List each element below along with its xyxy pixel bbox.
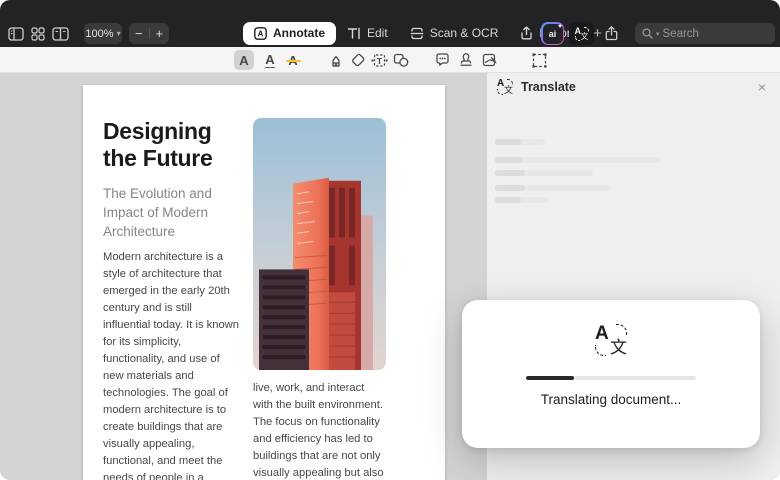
comment-icon	[435, 53, 449, 66]
eraser-icon	[351, 53, 364, 67]
building-photo	[253, 118, 386, 370]
shapes-tool[interactable]	[391, 50, 411, 70]
translate-icon: A 文	[497, 78, 513, 95]
tab-label: Edit	[367, 26, 388, 40]
ai-assistant-button[interactable]: ai ✦	[541, 22, 564, 45]
document-page[interactable]: Designing the Future The Evolution and I…	[83, 85, 445, 480]
underline-tool[interactable]: A	[260, 50, 280, 70]
skeleton-line	[495, 157, 660, 163]
skeleton-line	[495, 139, 545, 145]
text-box-icon: T	[370, 53, 388, 67]
ai-label: ai	[548, 28, 557, 39]
tab-annotate[interactable]: A Annotate	[243, 21, 336, 45]
progress-bar	[526, 376, 696, 380]
edit-text-icon	[347, 27, 360, 39]
search-field[interactable]: ▾	[635, 23, 775, 44]
sidebar-icon	[8, 27, 24, 41]
translate-button[interactable]: A 文	[569, 22, 594, 45]
search-icon	[642, 28, 653, 39]
underline-a-icon: A	[265, 51, 275, 68]
grid-icon	[31, 27, 45, 41]
signature-tool[interactable]	[479, 50, 499, 70]
search-input[interactable]	[662, 27, 768, 40]
toolbar-right-group: ai ✦ A 文 ▾ Search	[541, 22, 775, 45]
tab-scan-ocr[interactable]: Scan & OCR	[399, 22, 510, 45]
zoom-out-button[interactable]: −	[129, 26, 149, 41]
close-icon[interactable]: ×	[758, 79, 766, 95]
main-toolbar: 100% ▾ − + A Annotate Edit Scan & OCR + …	[0, 0, 780, 47]
highlight-text-tool[interactable]: A	[234, 50, 254, 70]
page-layout-button[interactable]	[50, 24, 70, 44]
app-window: 100% ▾ − + A Annotate Edit Scan & OCR + …	[0, 0, 780, 480]
translate-panel-header: A 文 Translate	[497, 79, 576, 95]
scan-icon	[410, 27, 423, 39]
document-canvas[interactable]: Designing the Future The Evolution and I…	[0, 73, 487, 480]
comment-tool[interactable]	[432, 50, 452, 70]
document-paragraph: live, work, and interact with the built …	[253, 382, 384, 479]
skeleton-line	[495, 197, 548, 203]
translate-icon: A 文	[574, 25, 589, 41]
strikethrough-tool[interactable]: A	[283, 50, 303, 70]
annotate-icon: A	[254, 26, 267, 40]
skeleton-line	[495, 170, 593, 176]
progress-fill	[526, 376, 574, 380]
letter-a-icon: A	[239, 52, 249, 68]
selection-tool[interactable]	[529, 50, 549, 70]
yellow-strike-mark	[286, 59, 301, 62]
zoom-in-button[interactable]: +	[150, 26, 170, 41]
marker-icon	[332, 55, 340, 67]
translating-status-text: Translating document...	[540, 392, 682, 407]
annotation-toolbar: A A A T	[0, 47, 780, 73]
zoom-level-value: 100%	[85, 27, 114, 40]
tab-label: Annotate	[273, 26, 325, 40]
tab-edit[interactable]: Edit	[336, 22, 399, 45]
marker-tool[interactable]	[326, 50, 346, 70]
two-page-view-icon	[51, 27, 69, 41]
sparkle-icon: ✦	[557, 23, 563, 30]
zoom-level-dropdown[interactable]: 100% ▾	[84, 23, 122, 44]
share-button[interactable]	[599, 22, 624, 45]
zoom-stepper: − +	[129, 23, 169, 44]
sidebar-toggle-button[interactable]	[6, 24, 26, 44]
eraser-tool[interactable]	[348, 50, 368, 70]
shapes-icon	[393, 53, 409, 67]
thumbnails-view-button[interactable]	[28, 24, 48, 44]
skeleton-line	[495, 185, 611, 191]
tab-label: Scan & OCR	[429, 26, 499, 40]
translate-icon-large: A 文	[595, 323, 627, 357]
chevron-down-icon: ▾	[116, 29, 121, 38]
marquee-selection-icon	[531, 52, 547, 68]
document-subtitle: The Evolution and Impact of Modern Archi…	[103, 186, 212, 239]
translating-modal: A 文 Translating document...	[462, 300, 760, 448]
stamp-icon	[460, 53, 472, 66]
share-icon	[605, 26, 618, 41]
text-box-tool[interactable]: T	[369, 50, 389, 70]
stamp-tool[interactable]	[456, 50, 476, 70]
panel-title: Translate	[521, 80, 576, 94]
document-title: Designing the Future	[103, 118, 213, 171]
signature-icon	[482, 53, 497, 67]
svg-text:A: A	[258, 29, 264, 38]
search-scope-chevron-icon: ▾	[656, 30, 660, 38]
export-icon	[521, 26, 533, 40]
strikethrough-a-icon: A	[286, 54, 301, 67]
document-paragraph: Modern architecture is a style of archit…	[103, 251, 239, 480]
svg-text:T: T	[376, 56, 382, 66]
